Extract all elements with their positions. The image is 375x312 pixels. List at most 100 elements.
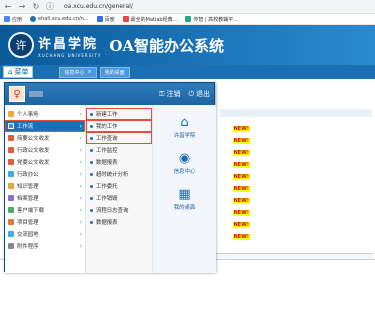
office-icon [8, 171, 14, 177]
start-menu-popup: ♀ ⚿ 注销 ⏻ 退出 个人事务 › 工作流 › 简要公文收发 › 行政公文收发 › 党委公… [4, 82, 216, 273]
home-icon: ⌂ [8, 68, 13, 76]
chevron-right-icon: › [79, 146, 82, 154]
new-badge: NEW! [232, 198, 250, 204]
avatar[interactable]: ♀ [9, 86, 25, 102]
submenu-work-query[interactable]: 工作查询 [86, 132, 152, 144]
menu-button[interactable]: ⌂ 菜单 [3, 66, 34, 78]
chevron-right-icon: › [79, 194, 82, 202]
submenu-data-report-2[interactable]: 数据报表 [86, 216, 152, 228]
panel-header [220, 109, 372, 117]
submenu-log-query[interactable]: 流程日志查询 [86, 204, 152, 216]
list-item[interactable]: NEW! [220, 123, 370, 135]
submenu-timeout-stats[interactable]: 超时统计分析 [86, 168, 152, 180]
bookmark-baidu[interactable]: 百度 [96, 16, 115, 23]
workflow-submenu: 新建工作 我的工作 工作查询 工作监控 数据报表 超时统计分析 工作委托 工作销… [85, 105, 152, 273]
menu-item-brief-docs[interactable]: 简要公文收发 › [5, 132, 85, 144]
close-icon[interactable]: × [87, 69, 91, 75]
bullet-icon [90, 112, 93, 116]
menu-item-forum[interactable]: 交流园地 › [5, 228, 85, 240]
bookmark-chuanzhi[interactable]: 传智 | 高校教辅平... [185, 16, 238, 23]
list-item[interactable]: NEW! [220, 231, 370, 243]
chevron-right-icon: › [79, 206, 82, 214]
bullet-icon [90, 172, 93, 176]
new-badge: NEW! [232, 138, 250, 144]
address-bar[interactable]: oa.xcu.edu.cn/general/ [64, 3, 133, 10]
person-icon [8, 111, 14, 117]
chevron-right-icon: › [79, 134, 82, 142]
tab-bar: ⌂ 菜单 信息中心 × 我的桌面 [0, 65, 375, 79]
submenu-work-monitor[interactable]: 工作监控 [86, 144, 152, 156]
bullet-icon [90, 136, 93, 140]
menu-item-party-docs[interactable]: 党委公文收发 › [5, 156, 85, 168]
bookmark-ehall[interactable]: ehall.xcu.edu.cn/n... [30, 16, 89, 22]
list-item[interactable]: NEW! [220, 135, 370, 147]
bullet-icon [90, 184, 93, 188]
menu-item-archive[interactable]: 档案管理 › [5, 192, 85, 204]
attachment-icon [8, 243, 14, 249]
news-list: NEW! NEW! NEW! NEW! NEW! NEW! NEW! NEW! … [220, 123, 370, 243]
archive-icon [8, 195, 14, 201]
menu-item-personal[interactable]: 个人事务 › [5, 108, 85, 120]
menu-item-download[interactable]: 客户端下载 › [5, 204, 85, 216]
submenu-delegate[interactable]: 工作委托 [86, 180, 152, 192]
list-item[interactable]: NEW! [220, 171, 370, 183]
apps-icon [4, 16, 10, 22]
menu-item-attachments[interactable]: 附件程序 › [5, 240, 85, 252]
power-icon: ⏻ [188, 89, 194, 98]
submenu-my-work[interactable]: 我的工作 [86, 120, 152, 132]
list-item[interactable]: NEW! [220, 147, 370, 159]
bookmarks-bar: 应用 ehall.xcu.edu.cn/n... 百度 最全的Matlab经典.… [0, 14, 375, 25]
home-icon: ⌂ [180, 114, 189, 130]
logout-button[interactable]: ⚿ 注销 [159, 89, 180, 99]
bullet-icon [90, 208, 93, 212]
bullet-icon [90, 220, 93, 224]
back-icon[interactable]: ← [4, 2, 12, 11]
shortcut-school[interactable]: ⌂ 许昌学院 [174, 114, 196, 140]
menu-item-admin-docs[interactable]: 行政公文收发 › [5, 144, 85, 156]
school-emblem-icon: 许 [8, 32, 34, 58]
menu-item-knowledge[interactable]: 知识管理 › [5, 180, 85, 192]
logout-icon: ⚿ [159, 89, 165, 98]
bullet-icon [90, 160, 93, 164]
tab-my-desktop[interactable]: 我的桌面 [99, 66, 130, 78]
bookmark-matlab[interactable]: 最全的Matlab经典... [122, 16, 177, 23]
info-center-icon: ◉ [178, 150, 191, 166]
bullet-icon [90, 196, 93, 200]
menu-item-office[interactable]: 行政办公 › [5, 168, 85, 180]
app-header: 许 许昌学院 XUCHANG UNIVERSITY OA智能办公系统 [0, 25, 375, 65]
list-item[interactable]: NEW! [220, 159, 370, 171]
chevron-right-icon: › [79, 218, 82, 226]
chevron-right-icon: › [79, 230, 82, 238]
new-badge: NEW! [232, 126, 250, 132]
list-item[interactable]: NEW! [220, 183, 370, 195]
chevron-right-icon: › [79, 182, 82, 190]
submenu-new-work[interactable]: 新建工作 [86, 108, 152, 120]
exit-button[interactable]: ⏻ 退出 [188, 89, 210, 99]
lock-icon: ⓘ [46, 2, 54, 11]
chat-icon [8, 231, 14, 237]
list-item[interactable]: NEW! [220, 195, 370, 207]
reload-icon[interactable]: ↻ [32, 2, 40, 11]
shortcuts-panel: ⌂ 许昌学院 ◉ 信息中心 ▦ 我的桌面 [152, 105, 216, 273]
submenu-data-report[interactable]: 数据报表 [86, 156, 152, 168]
menu-item-workflow[interactable]: 工作流 › [5, 120, 85, 132]
new-badge: NEW! [232, 162, 250, 168]
chevron-right-icon: › [79, 110, 82, 118]
forward-icon[interactable]: → [18, 2, 26, 11]
submenu-destroy[interactable]: 工作销毁 [86, 192, 152, 204]
bookmark-apps[interactable]: 应用 [4, 16, 22, 23]
document-icon [8, 135, 14, 141]
project-icon [8, 219, 14, 225]
list-item[interactable]: NEW! [220, 219, 370, 231]
desktop-grid-icon: ▦ [178, 186, 191, 202]
document-icon [8, 147, 14, 153]
menu-item-project[interactable]: 项目管理 › [5, 216, 85, 228]
book-icon [8, 183, 14, 189]
new-badge: NEW! [232, 210, 250, 216]
shortcut-my-desktop[interactable]: ▦ 我的桌面 [174, 186, 196, 212]
tab-info-center[interactable]: 信息中心 × [59, 66, 97, 78]
shortcut-info-center[interactable]: ◉ 信息中心 [174, 150, 196, 176]
new-badge: NEW! [232, 174, 250, 180]
list-item[interactable]: NEW! [220, 207, 370, 219]
workflow-icon [8, 123, 14, 129]
